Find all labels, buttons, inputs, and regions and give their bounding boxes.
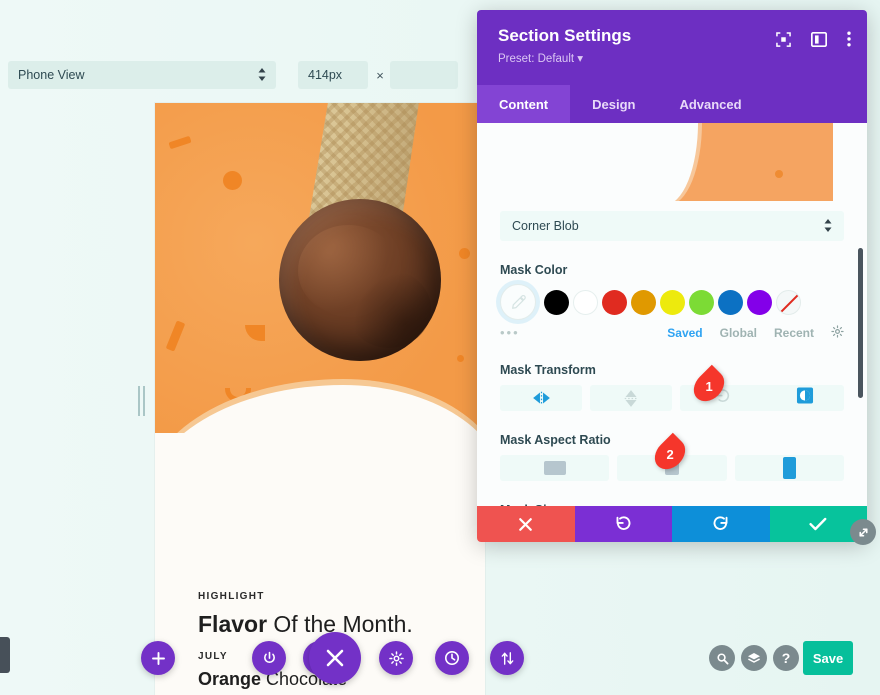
plus-icon xyxy=(151,651,165,665)
subline-bold: Orange xyxy=(198,669,262,689)
phone-preview: HIGHLIGHT Flavor Of the Month. JULY Oran… xyxy=(155,103,485,695)
sort-updown-icon xyxy=(501,651,513,665)
eyedropper-icon xyxy=(511,294,526,309)
help-glyph: ? xyxy=(781,650,791,666)
close-icon xyxy=(326,649,344,667)
confetti-shape xyxy=(775,170,783,178)
mask-preview xyxy=(477,123,867,201)
portrait-icon xyxy=(782,457,796,479)
tab-content[interactable]: Content xyxy=(477,85,571,123)
color-swatch-white[interactable] xyxy=(573,289,598,315)
canvas-resize-handle[interactable] xyxy=(138,386,147,416)
invert-button[interactable] xyxy=(796,387,813,409)
cancel-button[interactable] xyxy=(477,506,575,542)
viewport-width-value: 414px xyxy=(308,68,343,82)
color-swatch-transparent[interactable] xyxy=(776,289,801,315)
callout-number: 1 xyxy=(705,378,713,394)
color-picker-button[interactable] xyxy=(500,284,536,320)
modal-action-bar xyxy=(477,506,867,542)
invert-icon xyxy=(796,387,813,404)
dimension-separator: × xyxy=(376,67,384,83)
headline-bold: Flavor xyxy=(198,611,268,637)
viewport-height-input[interactable] xyxy=(390,61,458,89)
reorder-button[interactable] xyxy=(490,641,524,675)
kicker-july: JULY xyxy=(198,651,228,662)
flip-vertical-icon xyxy=(624,389,637,407)
modal-header-icons xyxy=(776,31,851,47)
confetti-shape xyxy=(223,171,242,190)
power-toggle-button[interactable] xyxy=(252,641,286,675)
check-icon xyxy=(809,517,827,531)
color-swatch-orange[interactable] xyxy=(631,289,656,315)
chevron-down-icon: ▾ xyxy=(577,53,584,65)
ice-cream-image xyxy=(251,103,461,391)
preset-label: Preset: Default xyxy=(498,53,575,65)
search-icon xyxy=(716,652,728,664)
device-view-label: Phone View xyxy=(18,68,85,82)
clock-icon xyxy=(445,651,459,665)
color-swatch-blue[interactable] xyxy=(718,289,743,315)
flip-horizontal-button[interactable] xyxy=(500,385,582,411)
left-edge-tab[interactable] xyxy=(0,637,10,673)
color-swatch-black[interactable] xyxy=(544,289,569,315)
mask-transform-buttons xyxy=(500,385,844,411)
close-builder-button[interactable] xyxy=(309,632,361,684)
gear-icon xyxy=(388,650,404,666)
callout-number: 2 xyxy=(666,446,674,462)
mask-color-swatches xyxy=(500,284,844,320)
redo-icon xyxy=(713,516,728,530)
help-button[interactable]: ? xyxy=(773,645,799,671)
color-tab-recent[interactable]: Recent xyxy=(774,326,814,340)
more-options-icon[interactable] xyxy=(847,31,851,47)
color-swatch-green[interactable] xyxy=(689,289,714,315)
tab-advanced[interactable]: Advanced xyxy=(657,85,763,123)
save-button[interactable]: Save xyxy=(803,641,853,675)
flip-vertical-button[interactable] xyxy=(590,385,672,411)
modal-header: Section Settings Preset: Default ▾ xyxy=(477,10,867,85)
gear-icon[interactable] xyxy=(831,325,844,341)
aspect-ratio-portrait[interactable] xyxy=(734,455,844,481)
modal-tabs: Content Design Advanced xyxy=(477,85,867,123)
chevron-updown-icon xyxy=(824,219,832,233)
mask-style-select[interactable]: Corner Blob xyxy=(500,211,844,241)
headline: Flavor Of the Month. xyxy=(198,611,413,638)
color-swatch-yellow[interactable] xyxy=(660,289,685,315)
preset-selector[interactable]: Preset: Default ▾ xyxy=(498,51,849,65)
layers-button[interactable] xyxy=(741,645,767,671)
settings-button[interactable] xyxy=(379,641,413,675)
color-source-tabs: Saved Global Recent xyxy=(520,325,844,341)
history-button[interactable] xyxy=(435,641,469,675)
modal-resize-handle[interactable] xyxy=(850,519,876,545)
kicker-highlight: HIGHLIGHT xyxy=(198,591,265,602)
undo-icon xyxy=(616,516,631,530)
power-icon xyxy=(263,651,275,663)
color-tab-saved[interactable]: Saved xyxy=(667,326,702,340)
color-tab-global[interactable]: Global xyxy=(720,326,757,340)
chevron-updown-icon xyxy=(258,68,266,82)
more-colors-icon[interactable]: ••• xyxy=(500,325,520,340)
resize-arrow-icon xyxy=(858,527,868,537)
add-section-button[interactable] xyxy=(141,641,175,675)
mask-style-value: Corner Blob xyxy=(512,219,579,233)
settings-scrollbar[interactable] xyxy=(858,248,863,398)
undo-button[interactable] xyxy=(574,506,672,542)
viewport-width-input[interactable]: 414px xyxy=(298,61,368,89)
mask-transform-label: Mask Transform xyxy=(500,363,596,377)
redo-button[interactable] xyxy=(672,506,770,542)
aspect-ratio-landscape[interactable] xyxy=(500,455,610,481)
close-icon xyxy=(519,517,533,531)
color-swatch-purple[interactable] xyxy=(747,289,772,315)
focus-icon[interactable] xyxy=(776,31,791,47)
chocolate-scoop xyxy=(279,199,441,361)
hero-section[interactable] xyxy=(155,103,485,453)
flip-horizontal-icon xyxy=(532,391,550,404)
layers-icon xyxy=(748,652,760,663)
mask-color-label: Mask Color xyxy=(500,263,568,277)
layout-panel-icon[interactable] xyxy=(811,31,827,47)
color-swatch-red[interactable] xyxy=(602,289,627,315)
tab-design[interactable]: Design xyxy=(570,85,657,123)
search-button[interactable] xyxy=(709,645,735,671)
device-view-select[interactable]: Phone View xyxy=(8,61,276,89)
landscape-icon xyxy=(543,461,566,475)
